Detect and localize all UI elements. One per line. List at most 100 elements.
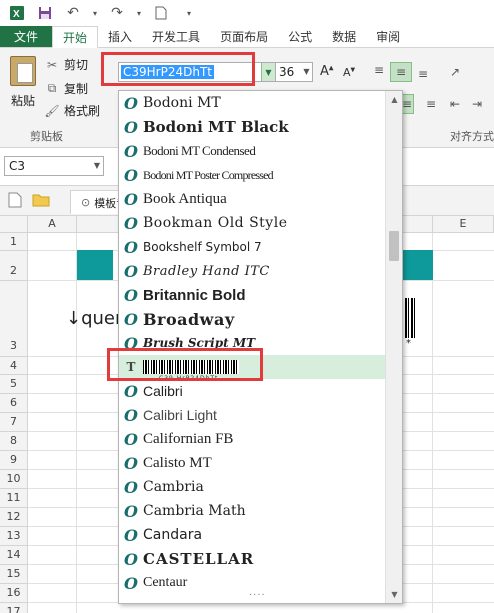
row-header[interactable]: 14 bbox=[0, 546, 28, 565]
row-header[interactable]: 10 bbox=[0, 470, 28, 489]
font-size-combobox[interactable]: 36 ▼ bbox=[275, 62, 313, 82]
cut-button[interactable]: ✂ 剪切 bbox=[44, 56, 88, 73]
new-document-icon[interactable] bbox=[150, 2, 172, 24]
tab-formulas[interactable]: 公式 bbox=[278, 26, 322, 47]
font-option[interactable]: O Bradley Hand ITC bbox=[119, 259, 385, 283]
opentype-icon: O bbox=[124, 549, 138, 569]
font-option[interactable]: O Bodoni MT Black bbox=[119, 115, 385, 139]
font-option-label: Californian FB bbox=[143, 430, 234, 447]
scrollbar-thumb[interactable] bbox=[389, 231, 399, 261]
dropdown-scrollbar[interactable]: ▲ ▼ bbox=[385, 91, 402, 603]
name-box[interactable]: C3 ▼ bbox=[4, 156, 104, 176]
font-option-label: Bodoni MT Poster Compressed bbox=[143, 167, 274, 182]
font-option-label: Cambria Math bbox=[143, 503, 246, 519]
font-option[interactable]: O Britannic Bold bbox=[119, 283, 385, 307]
font-option[interactable]: O Calisto MT bbox=[119, 451, 385, 475]
font-option[interactable]: O Bodoni MT bbox=[119, 91, 385, 115]
shrink-font-button[interactable]: A▼ bbox=[343, 66, 355, 79]
font-option[interactable]: O Brush Script MT bbox=[119, 331, 385, 355]
row-header[interactable]: 4 bbox=[0, 357, 28, 375]
row-header[interactable]: 12 bbox=[0, 508, 28, 527]
select-all-corner[interactable] bbox=[0, 216, 28, 233]
font-option[interactable]: O Bookman Old Style bbox=[119, 211, 385, 235]
column-header-a[interactable]: A bbox=[28, 216, 77, 233]
font-option[interactable]: O CASTELLAR bbox=[119, 547, 385, 571]
grow-font-button[interactable]: A▲ bbox=[320, 64, 334, 79]
opentype-icon: O bbox=[124, 333, 138, 353]
row-header[interactable]: 15 bbox=[0, 565, 28, 584]
decrease-indent-icon[interactable]: ⇤ bbox=[444, 94, 466, 114]
tab-page-layout[interactable]: 页面布局 bbox=[210, 26, 278, 47]
undo-icon[interactable]: ↶ bbox=[62, 2, 84, 24]
scroll-down-icon[interactable]: ▼ bbox=[386, 586, 402, 603]
name-box-arrow-icon[interactable]: ▼ bbox=[94, 157, 100, 175]
increase-indent-icon[interactable]: ⇥ bbox=[466, 94, 488, 114]
font-size-arrow-icon[interactable]: ▼ bbox=[301, 63, 312, 81]
row-header[interactable]: 9 bbox=[0, 451, 28, 470]
align-right-button[interactable]: ≡ bbox=[420, 94, 442, 114]
column-header-e[interactable]: E bbox=[433, 216, 494, 233]
tab-file[interactable]: 文件 bbox=[0, 26, 53, 47]
font-option[interactable]: O Cambria Math bbox=[119, 499, 385, 523]
redo-dropdown-icon[interactable]: ▾ bbox=[134, 2, 144, 24]
row-header[interactable]: 11 bbox=[0, 489, 28, 508]
font-option-label: Calibri bbox=[143, 383, 183, 399]
tab-review[interactable]: 审阅 bbox=[366, 26, 410, 47]
font-dropdown-list[interactable]: O Bodoni MT O Bodoni MT Black O Bodoni M… bbox=[118, 90, 403, 604]
font-option-label: Bookshelf Symbol 7 bbox=[143, 240, 262, 254]
tab-developer[interactable]: 开发工具 bbox=[142, 26, 210, 47]
header-cell[interactable] bbox=[77, 250, 113, 280]
row-header[interactable]: 13 bbox=[0, 527, 28, 546]
folder-icon[interactable] bbox=[32, 193, 50, 210]
orientation-icon[interactable]: ↗ bbox=[444, 62, 466, 82]
row-header[interactable]: 2 bbox=[0, 251, 28, 281]
tab-home[interactable]: 开始 bbox=[52, 26, 99, 48]
format-painter-button[interactable]: 🖌 格式刷 bbox=[44, 102, 100, 119]
font-option[interactable]: O Bookshelf Symbol 7 bbox=[119, 235, 385, 259]
font-option[interactable]: O Bodoni MT Poster Compressed bbox=[119, 163, 385, 187]
excel-logo-icon: X bbox=[6, 2, 28, 24]
save-icon[interactable] bbox=[34, 2, 56, 24]
tab-data[interactable]: 数据 bbox=[322, 26, 366, 47]
row-header[interactable]: 17 bbox=[0, 603, 28, 613]
paste-button[interactable]: 粘贴 bbox=[8, 56, 38, 114]
opentype-icon: O bbox=[124, 285, 138, 305]
customize-toolbar-icon[interactable]: ▾ bbox=[178, 2, 200, 24]
scissors-icon: ✂ bbox=[46, 57, 58, 72]
row-header[interactable]: 16 bbox=[0, 584, 28, 603]
font-option[interactable]: O Book Antiqua bbox=[119, 187, 385, 211]
font-option[interactable]: O Calibri Light bbox=[119, 403, 385, 427]
row-header[interactable]: 5 bbox=[0, 375, 28, 394]
header-cell[interactable] bbox=[403, 250, 433, 280]
undo-dropdown-icon[interactable]: ▾ bbox=[90, 2, 100, 24]
copy-button[interactable]: ⧉ 复制 bbox=[44, 80, 88, 97]
font-size-value: 36 bbox=[279, 65, 295, 79]
align-middle-button[interactable]: ≡ bbox=[390, 62, 412, 82]
align-bottom-button[interactable]: ≡ bbox=[412, 64, 434, 84]
scroll-up-icon[interactable]: ▲ bbox=[386, 91, 402, 108]
font-option[interactable]: O Calibri bbox=[119, 379, 385, 403]
row-header[interactable]: 8 bbox=[0, 432, 28, 451]
align-top-button[interactable]: ≡ bbox=[368, 60, 390, 80]
font-option[interactable]: O Bodoni MT Condensed bbox=[119, 139, 385, 163]
opentype-icon: O bbox=[124, 189, 138, 209]
font-option[interactable]: O Candara bbox=[119, 523, 385, 547]
resize-grip-icon[interactable]: ···· bbox=[249, 590, 266, 601]
font-name-combobox[interactable]: C39HrP24DhTt ▼ bbox=[118, 62, 276, 82]
row-header[interactable]: 1 bbox=[0, 233, 28, 251]
row-header[interactable]: 6 bbox=[0, 394, 28, 413]
font-option[interactable]: O Californian FB bbox=[119, 427, 385, 451]
row-header[interactable]: 3 bbox=[0, 281, 28, 357]
font-option[interactable]: O Cambria bbox=[119, 475, 385, 499]
tab-insert[interactable]: 插入 bbox=[98, 26, 142, 47]
font-option-selected[interactable]: T C39 HrP24DhTt bbox=[119, 355, 385, 382]
opentype-icon: O bbox=[124, 213, 138, 233]
row-header[interactable]: 7 bbox=[0, 413, 28, 432]
font-option[interactable]: O Broadway bbox=[119, 307, 385, 331]
opentype-icon: O bbox=[124, 525, 138, 545]
redo-icon[interactable]: ↷ bbox=[106, 2, 128, 24]
document-icon[interactable] bbox=[8, 192, 22, 211]
font-dropdown-arrow-icon[interactable]: ▼ bbox=[261, 63, 275, 81]
opentype-icon: O bbox=[124, 93, 138, 113]
barcode-font-preview: C39 HrP24DhTt bbox=[143, 360, 239, 382]
